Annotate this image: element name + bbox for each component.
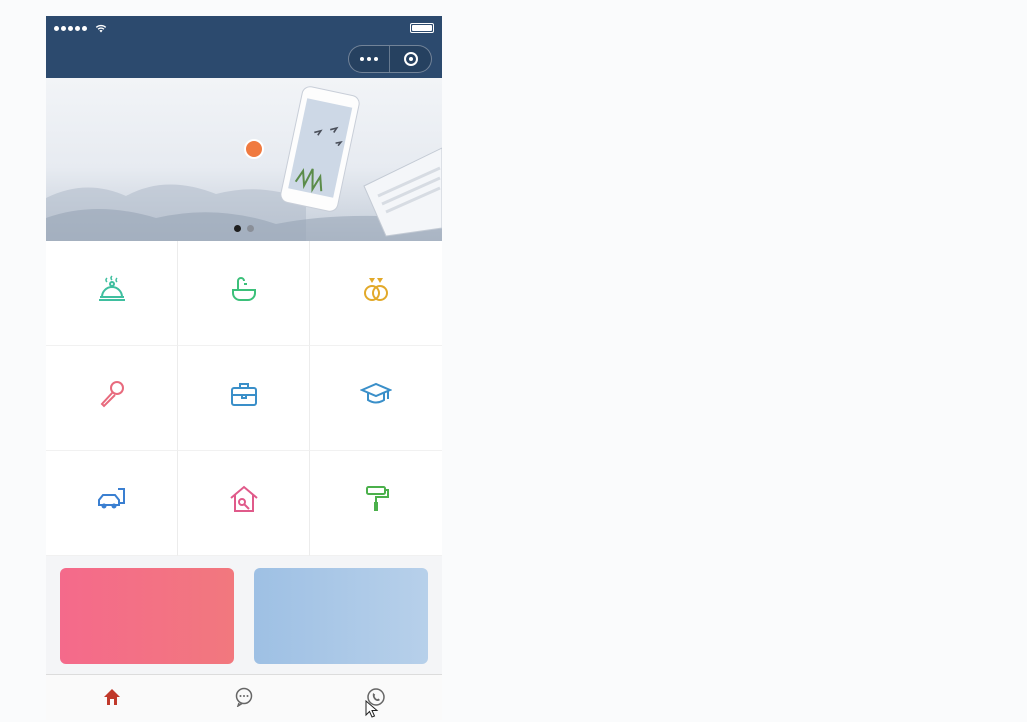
category-grid: [46, 241, 442, 556]
phone-preview: [46, 16, 442, 720]
screen: [0, 0, 1027, 722]
paint-roller-icon: [366, 485, 389, 511]
checklist-item: [488, 104, 540, 180]
social-forum-card[interactable]: [254, 568, 428, 664]
signal-icon: [54, 25, 87, 31]
swiper-indicator: [46, 225, 442, 232]
tab-home[interactable]: [46, 675, 178, 720]
capsule-menu: [348, 45, 432, 73]
banner-landscape-image: [46, 86, 442, 241]
banner-headline: [92, 106, 94, 130]
grid-item-karaoke[interactable]: [46, 346, 178, 451]
banner-orange-badge: [244, 139, 264, 159]
checklist-item: [488, 28, 540, 104]
checklist-item: [488, 256, 540, 332]
grid-item-car-care[interactable]: [46, 451, 178, 556]
grid-item-renovation[interactable]: [310, 451, 442, 556]
promo-cards: [46, 556, 442, 664]
battery-icon: [410, 23, 434, 33]
status-bar: [46, 16, 442, 40]
checklist-item: [488, 408, 540, 484]
capsule-close-icon[interactable]: [390, 46, 431, 72]
grid-item-rent[interactable]: [178, 451, 310, 556]
tab-bar: [46, 674, 442, 720]
bath-icon: [231, 276, 256, 301]
checklist-item: [488, 332, 540, 408]
swiper-dot[interactable]: [247, 225, 254, 232]
microphone-icon: [100, 380, 124, 407]
food-tray-icon: [98, 274, 125, 301]
car-wash-icon: [97, 487, 125, 508]
task-checklist: [488, 28, 540, 484]
merchant-recommend-card[interactable]: [60, 568, 234, 664]
checklist-item: [488, 180, 540, 256]
mouse-cursor-icon: [365, 700, 379, 718]
smartphone-illustration: [280, 86, 360, 212]
more-icon[interactable]: [349, 46, 391, 72]
banner-swiper[interactable]: [46, 78, 442, 241]
home-icon: [104, 688, 120, 705]
grid-item-food[interactable]: [46, 241, 178, 346]
navigation-bar: [46, 40, 442, 78]
wedding-rings-icon: [364, 277, 388, 301]
wifi-icon: [95, 24, 107, 32]
house-icon: [229, 485, 258, 512]
grid-item-bath[interactable]: [178, 241, 310, 346]
tab-messages[interactable]: [178, 675, 310, 720]
swiper-dot[interactable]: [234, 225, 241, 232]
message-icon: [235, 687, 253, 707]
grid-item-tutoring[interactable]: [310, 346, 442, 451]
briefcase-icon: [230, 382, 257, 406]
grid-item-job[interactable]: [178, 346, 310, 451]
graduation-cap-icon: [360, 382, 392, 403]
grid-item-wedding[interactable]: [310, 241, 442, 346]
